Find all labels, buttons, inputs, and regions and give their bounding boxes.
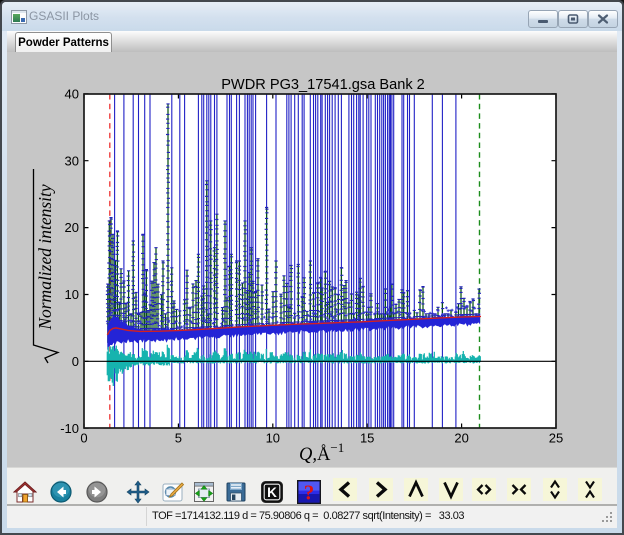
svg-text:25: 25 — [549, 431, 563, 446]
svg-text:20: 20 — [65, 220, 79, 235]
svg-text:Normalized intensity: Normalized intensity — [35, 184, 55, 331]
svg-text:40: 40 — [65, 87, 79, 102]
svg-text:0: 0 — [72, 354, 79, 369]
svg-text:10: 10 — [65, 287, 79, 302]
svg-text:20: 20 — [454, 431, 468, 446]
svg-text:Q,Å−1: Q,Å−1 — [299, 440, 344, 465]
svg-text:PWDR PG3_17541.gsa Bank 2: PWDR PG3_17541.gsa Bank 2 — [221, 77, 425, 93]
svg-text:10: 10 — [266, 431, 280, 446]
svg-text:?: ? — [304, 481, 315, 505]
svg-text:30: 30 — [65, 153, 79, 168]
svg-text:-10: -10 — [60, 421, 79, 436]
svg-text:15: 15 — [360, 431, 374, 446]
svg-text:0: 0 — [80, 431, 87, 446]
svg-text:K: K — [267, 485, 277, 500]
svg-text:5: 5 — [175, 431, 182, 446]
